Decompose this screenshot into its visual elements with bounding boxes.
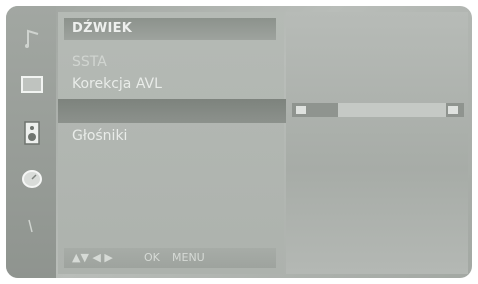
- menu-item-label: SSTA: [72, 54, 107, 70]
- slider-left-cap: [296, 106, 306, 114]
- menu-item-ssta[interactable]: SSTA: [64, 52, 276, 72]
- menu-item-label: Głośniki: [72, 128, 128, 144]
- sound-menu-panel: DŹWIEK SSTA Korekcja AVL Głośniki ▲▼ ◀ ▶…: [58, 12, 288, 274]
- picture-screen-icon[interactable]: [19, 72, 45, 98]
- balance-slider-fill: [338, 103, 446, 117]
- menu-title: DŹWIEK: [72, 21, 133, 36]
- slider-right-cap: [448, 106, 458, 114]
- speaker-icon[interactable]: [19, 120, 45, 146]
- ok-hint: OK: [144, 251, 160, 264]
- nav-hint-bar: ▲▼ ◀ ▶ OK MENU: [64, 248, 276, 268]
- menu-header: DŹWIEK: [64, 18, 276, 40]
- arrow-icon[interactable]: [19, 214, 45, 240]
- menu-item-selected[interactable]: [58, 99, 288, 123]
- clock-icon[interactable]: [19, 166, 45, 192]
- music-note-icon[interactable]: [19, 26, 45, 52]
- menu-hint: MENU: [172, 251, 205, 264]
- menu-item-label: Korekcja AVL: [72, 76, 162, 92]
- side-menu-rail: [6, 6, 56, 278]
- value-panel: [286, 12, 468, 274]
- tv-osd-frame: DŹWIEK SSTA Korekcja AVL Głośniki ▲▼ ◀ ▶…: [6, 6, 472, 278]
- nav-arrows-hint: ▲▼ ◀ ▶: [72, 251, 113, 264]
- menu-item-avl[interactable]: Korekcja AVL: [64, 74, 276, 94]
- menu-item-speakers[interactable]: Głośniki: [64, 126, 276, 146]
